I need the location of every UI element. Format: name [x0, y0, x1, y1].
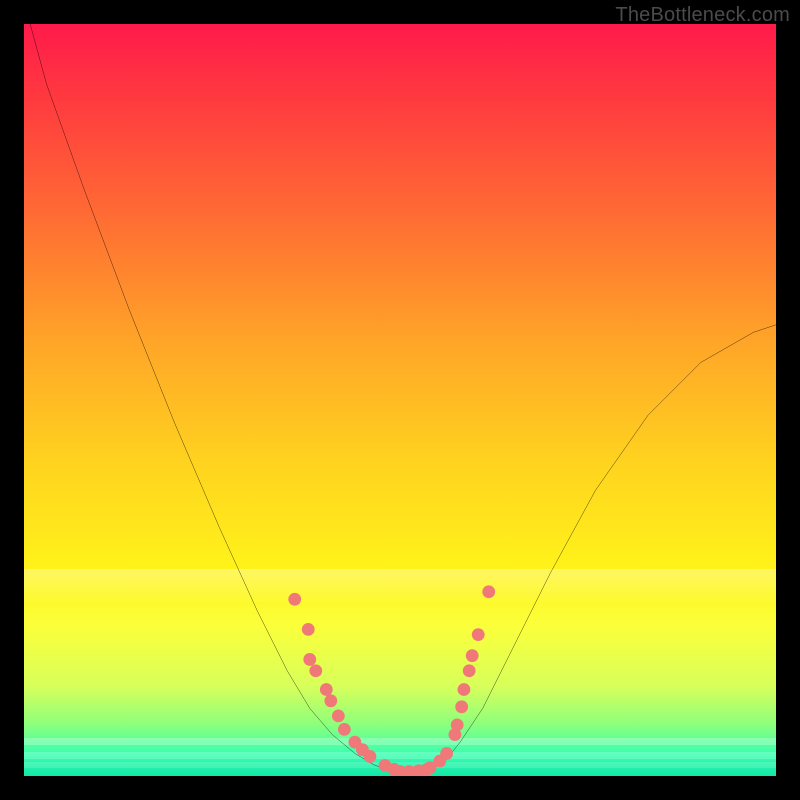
data-marker: [302, 623, 315, 636]
chart-frame: TheBottleneck.com: [0, 0, 800, 800]
curve-layer: [24, 24, 776, 776]
data-marker: [303, 653, 316, 666]
data-marker: [338, 723, 351, 736]
data-marker: [463, 664, 476, 677]
data-marker: [440, 747, 453, 760]
data-marker: [364, 750, 377, 763]
bottleneck-curve: [24, 24, 776, 774]
data-marker: [455, 700, 468, 713]
data-marker: [466, 649, 479, 662]
marker-group: [288, 585, 495, 776]
data-marker: [482, 585, 495, 598]
data-marker: [309, 664, 322, 677]
plot-area: [24, 24, 776, 776]
data-marker: [451, 718, 464, 731]
data-marker: [324, 694, 337, 707]
data-marker: [332, 709, 345, 722]
data-marker: [320, 683, 333, 696]
data-marker: [458, 683, 471, 696]
data-marker: [472, 628, 485, 641]
data-marker: [288, 593, 301, 606]
